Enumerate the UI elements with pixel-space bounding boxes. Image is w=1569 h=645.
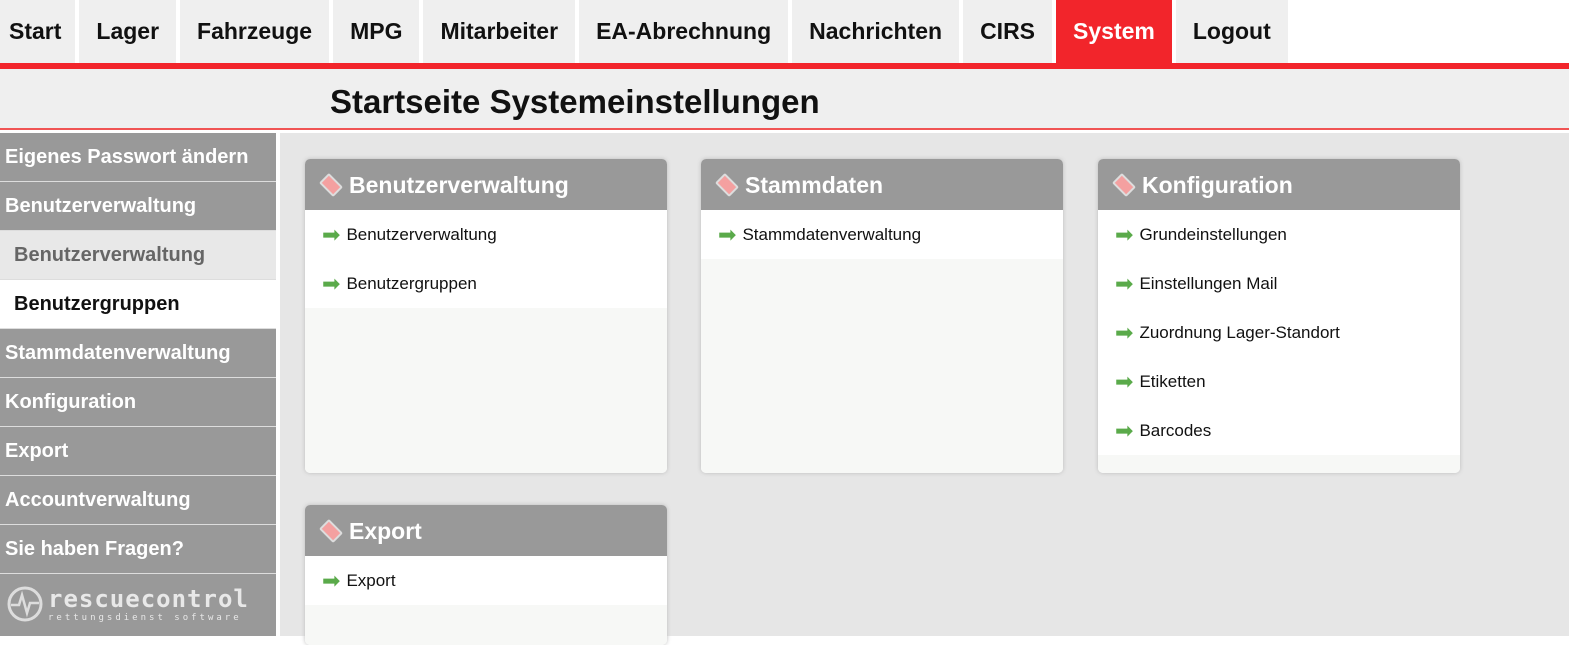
link-label: Benutzergruppen [346,273,477,293]
card-title: Stammdaten [745,171,884,198]
page-header: Startseite Systemeinstellungen [0,69,1569,130]
arrow-right-icon: ➡ [1115,221,1134,247]
sidebar-item-passwort[interactable]: Eigenes Passwort ändern [0,133,276,182]
link-benutzerverwaltung[interactable]: ➡ Benutzerverwaltung [305,210,667,259]
tag-icon [318,518,344,543]
logo-name: rescuecontrol [48,585,249,613]
sidebar-item-konfiguration[interactable]: Konfiguration [0,378,276,427]
sidebar: Eigenes Passwort ändern Benutzerverwaltu… [0,133,276,636]
arrow-right-icon: ➡ [1115,417,1134,443]
link-label: Zuordnung Lager-Standort [1139,322,1340,342]
card-benutzerverwaltung: Benutzerverwaltung ➡ Benutzerverwaltung ➡… [305,159,667,473]
arrow-right-icon: ➡ [322,567,341,593]
link-label: Grundeinstellungen [1139,224,1287,244]
tab-system[interactable]: System [1056,0,1172,63]
arrow-right-icon: ➡ [1115,368,1134,394]
link-label: Barcodes [1139,420,1212,440]
tab-start[interactable]: Start [0,0,76,63]
tab-logout[interactable]: Logout [1175,0,1288,63]
main-content: Benutzerverwaltung ➡ Benutzerverwaltung ➡… [280,133,1569,645]
link-etiketten[interactable]: ➡ Etiketten [1098,357,1460,406]
arrow-right-icon: ➡ [322,221,341,247]
card-export: Export ➡ Export [305,505,667,645]
arrow-right-icon: ➡ [322,270,341,296]
logo-emblem-icon [7,586,43,622]
tab-ea-abrechnung[interactable]: EA-Abrechnung [579,0,789,63]
sidebar-subitem-benutzergruppen[interactable]: Benutzergruppen [0,280,276,329]
tag-icon [1111,172,1137,197]
link-label: Export [346,570,396,590]
link-label: Stammdatenverwaltung [742,224,922,244]
arrow-right-icon: ➡ [1115,270,1134,296]
link-zuordnung-lager-standort[interactable]: ➡ Zuordnung Lager-Standort [1098,308,1460,357]
tab-mitarbeiter[interactable]: Mitarbeiter [423,0,576,63]
link-label: Benutzerverwaltung [346,224,497,244]
tab-lager[interactable]: Lager [79,0,177,63]
link-grundeinstellungen[interactable]: ➡ Grundeinstellungen [1098,210,1460,259]
link-label: Einstellungen Mail [1139,273,1278,293]
tab-nachrichten[interactable]: Nachrichten [792,0,960,63]
card-footer [1098,455,1460,473]
main-nav: Start Lager Fahrzeuge MPG Mitarbeiter EA… [0,0,1288,63]
tag-icon [714,172,740,197]
link-export[interactable]: ➡ Export [305,556,667,605]
card-title: Konfiguration [1142,171,1293,198]
sidebar-item-export[interactable]: Export [0,427,276,476]
sidebar-item-benutzerverwaltung[interactable]: Benutzerverwaltung [0,182,276,231]
sidebar-subitem-benutzerverwaltung[interactable]: Benutzerverwaltung [0,231,276,280]
link-einstellungen-mail[interactable]: ➡ Einstellungen Mail [1098,259,1460,308]
rescuecontrol-logo: rescuecontrol rettungsdienst software [0,574,276,634]
card-title: Benutzerverwaltung [349,171,569,198]
card-stammdaten: Stammdaten ➡ Stammdatenverwaltung [701,159,1063,473]
card-footer [305,605,667,645]
sidebar-item-accountverwaltung[interactable]: Accountverwaltung [0,476,276,525]
sidebar-item-stammdatenverwaltung[interactable]: Stammdatenverwaltung [0,329,276,378]
card-konfiguration: Konfiguration ➡ Grundeinstellungen ➡ Einst… [1098,159,1460,473]
link-stammdatenverwaltung[interactable]: ➡ Stammdatenverwaltung [701,210,1063,259]
card-footer [701,259,1063,473]
tab-mpg[interactable]: MPG [333,0,420,63]
link-barcodes[interactable]: ➡ Barcodes [1098,406,1460,455]
card-footer [305,308,667,473]
tag-icon [318,172,344,197]
arrow-right-icon: ➡ [718,221,737,247]
logo-tagline: rettungsdienst software [48,613,242,623]
arrow-right-icon: ➡ [1115,319,1134,345]
link-benutzergruppen[interactable]: ➡ Benutzergruppen [305,259,667,308]
tab-fahrzeuge[interactable]: Fahrzeuge [180,0,330,63]
tab-cirs[interactable]: CIRS [963,0,1053,63]
card-title: Export [349,517,422,544]
link-label: Etiketten [1139,371,1206,391]
page-title: Startseite Systemeinstellungen [330,83,820,120]
sidebar-item-fragen[interactable]: Sie haben Fragen? [0,525,276,574]
